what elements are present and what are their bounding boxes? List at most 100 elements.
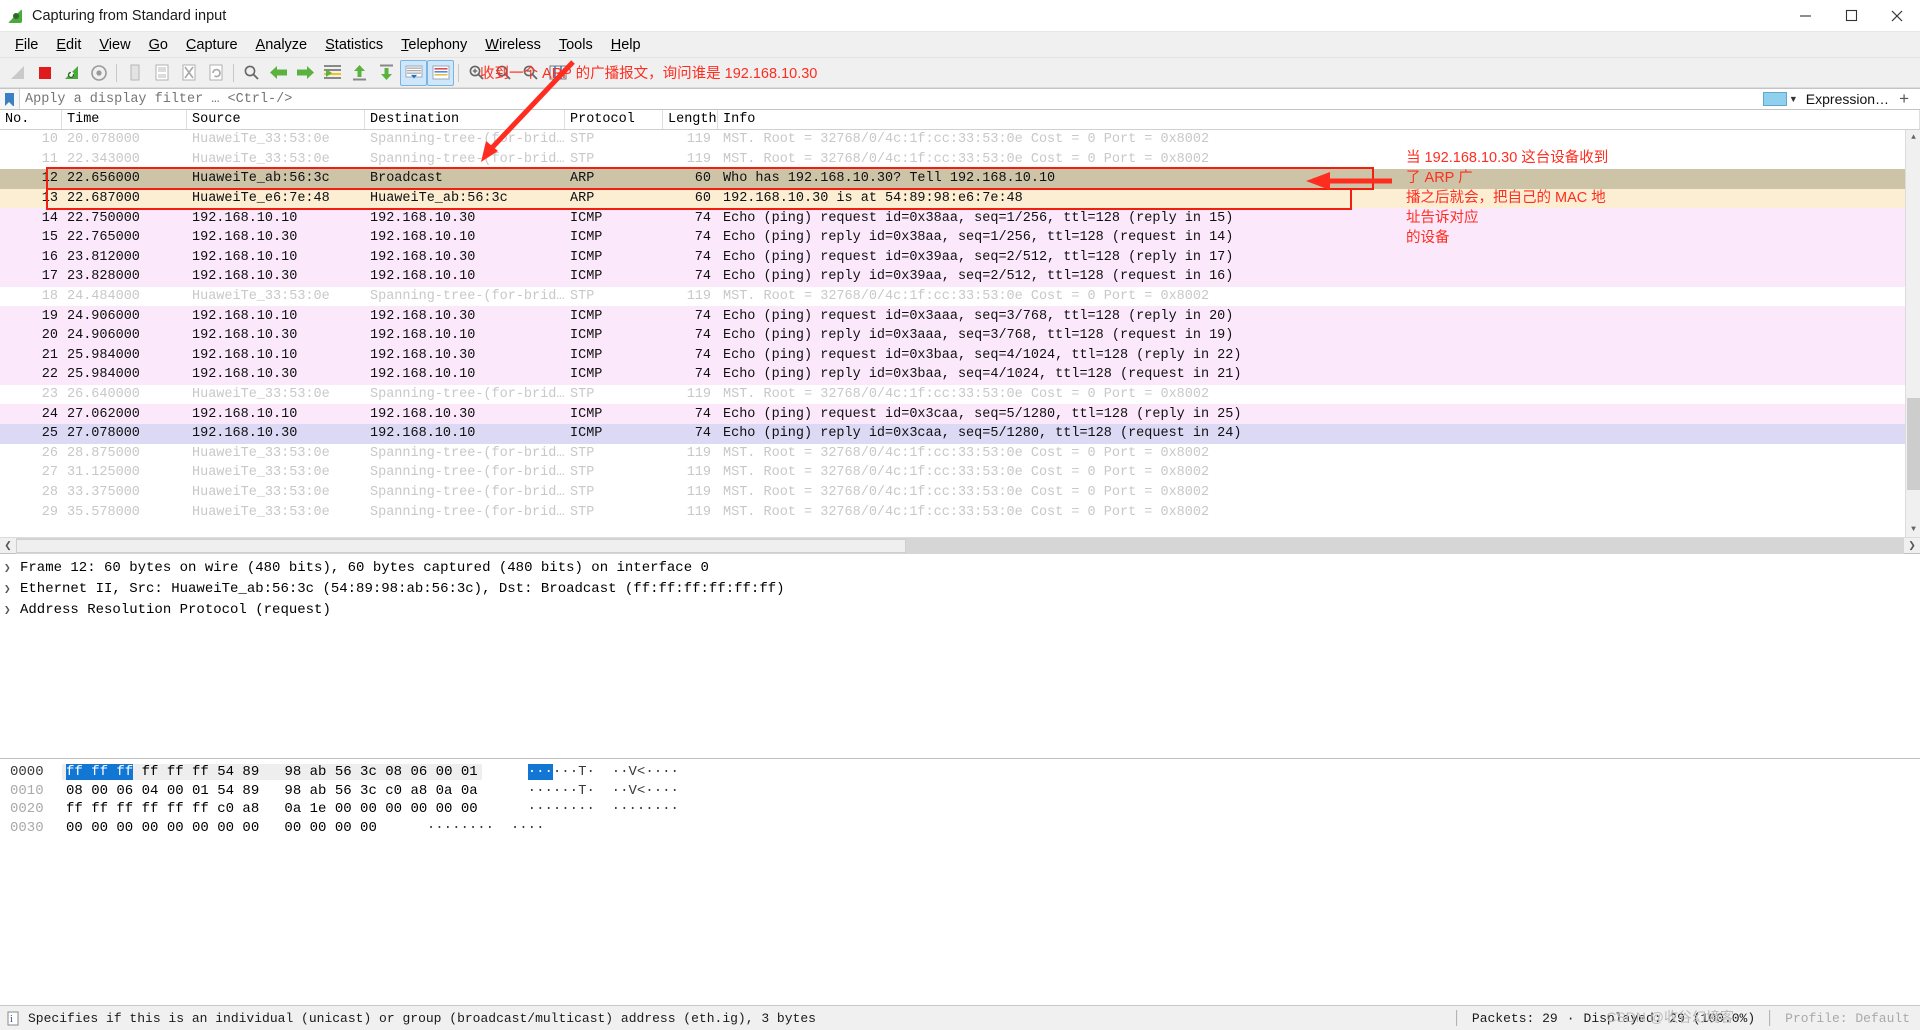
auto-scroll-icon[interactable] xyxy=(400,59,427,86)
chevron-down-icon[interactable]: ▼ xyxy=(1789,94,1798,104)
table-row[interactable]: 21 25.984000 192.168.10.10 192.168.10.30 ICM… xyxy=(0,345,1920,366)
start-capture-icon[interactable] xyxy=(4,60,31,86)
column-header-info[interactable]: Info xyxy=(718,110,1920,129)
table-row[interactable]: 29 35.578000 HuaweiTe_33:53:0e Spanning-tre… xyxy=(0,502,1920,522)
scroll-up-arrow-icon[interactable]: ▲ xyxy=(1906,130,1920,145)
close-button[interactable] xyxy=(1874,0,1920,31)
packet-protocol: ARP xyxy=(570,191,595,207)
menu-capture[interactable]: Capture xyxy=(177,35,247,55)
minimize-button[interactable] xyxy=(1782,0,1828,31)
menu-file[interactable]: FFileile xyxy=(6,35,47,55)
menu-telephony[interactable]: Telephony xyxy=(392,35,476,55)
column-header-no[interactable]: No. xyxy=(0,110,62,129)
packet-time: 27.062000 xyxy=(67,406,140,422)
filter-add-button[interactable]: + xyxy=(1899,89,1909,109)
table-row[interactable]: 26 28.875000 HuaweiTe_33:53:0e Spanning-tre… xyxy=(0,443,1920,464)
table-row[interactable]: 12 22.656000 HuaweiTe_ab:56:3c Broadcast ARP… xyxy=(0,169,1920,189)
filter-bookmark-icon[interactable] xyxy=(0,89,20,109)
byte-hex: ff ff ff ff ff ff c0 a8 0a 1e 00 00 00 0… xyxy=(66,801,478,818)
go-last-packet-icon[interactable] xyxy=(373,60,400,86)
find-packet-icon[interactable] xyxy=(238,60,265,86)
packet-source: 192.168.10.30 xyxy=(192,269,298,285)
column-header-source[interactable]: Source xyxy=(187,110,365,129)
field-info-icon[interactable]: i xyxy=(0,1011,26,1026)
table-row[interactable]: 17 23.828000 192.168.10.30 192.168.10.10 ICM… xyxy=(0,267,1920,287)
menu-go[interactable]: Go xyxy=(140,35,177,55)
bytes-row[interactable]: 0010 08 00 06 04 00 01 54 89 98 ab 56 3c… xyxy=(0,782,1920,801)
go-first-packet-icon[interactable] xyxy=(346,60,373,86)
table-row[interactable]: 18 24.484000 HuaweiTe_33:53:0e Spanning-tre… xyxy=(0,286,1920,307)
table-row[interactable]: 23 26.640000 HuaweiTe_33:53:0e Spanning-tre… xyxy=(0,384,1920,405)
packet-bytes-pane[interactable]: 0000 ff ff ff ff ff ff 54 89 98 ab 56 3c… xyxy=(0,759,1920,1005)
column-header-length[interactable]: Length xyxy=(663,110,718,129)
table-row[interactable]: 28 33.375000 HuaweiTe_33:53:0e Spanning-tre… xyxy=(0,482,1920,503)
scroll-right-arrow-icon[interactable]: ❯ xyxy=(1904,538,1920,554)
packet-time: 24.484000 xyxy=(67,289,140,305)
menu-edit[interactable]: Edit xyxy=(47,35,90,55)
packet-details-pane[interactable]: ❯ Frame 12: 60 bytes on wire (480 bits),… xyxy=(0,554,1920,759)
packet-list-horizontal-scrollbar[interactable]: ❮ ❯ xyxy=(0,537,1920,554)
table-row[interactable]: 19 24.906000 192.168.10.10 192.168.10.30 ICM… xyxy=(0,306,1920,326)
close-file-icon[interactable] xyxy=(175,60,202,86)
packet-rows-container[interactable]: 10 20.078000 HuaweiTe_33:53:0e Spanning-tre… xyxy=(0,130,1920,537)
scroll-down-arrow-icon[interactable]: ▼ xyxy=(1906,522,1920,537)
table-row[interactable]: 11 22.343000 HuaweiTe_33:53:0e Spanning-tre… xyxy=(0,149,1920,170)
go-back-icon[interactable] xyxy=(265,60,292,86)
table-row[interactable]: 13 22.687000 HuaweiTe_e6:7e:48 HuaweiTe_ab:… xyxy=(0,188,1920,209)
detail-row-arp[interactable]: ❯ Address Resolution Protocol (request) xyxy=(0,599,1920,620)
table-row[interactable]: 20 24.906000 192.168.10.30 192.168.10.10 ICM… xyxy=(0,325,1920,346)
go-to-packet-icon[interactable] xyxy=(319,60,346,86)
colorize-icon[interactable] xyxy=(427,59,454,86)
save-file-icon[interactable] xyxy=(148,60,175,86)
detail-row-ethernet[interactable]: ❯ Ethernet II, Src: HuaweiTe_ab:56:3c (5… xyxy=(0,578,1920,599)
packet-source: 192.168.10.10 xyxy=(192,308,298,324)
restart-capture-icon[interactable] xyxy=(58,60,85,86)
table-row[interactable]: 24 27.062000 192.168.10.10 192.168.10.30 ICM… xyxy=(0,404,1920,424)
packet-list-vertical-scrollbar[interactable]: ▲ ▼ xyxy=(1905,130,1920,537)
menu-wireless[interactable]: Wireless xyxy=(476,35,550,55)
packet-destination: Spanning-tree-(for-brid… xyxy=(370,289,565,305)
bytes-row[interactable]: 0020 ff ff ff ff ff ff c0 a8 0a 1e 00 00… xyxy=(0,800,1920,819)
table-row[interactable]: 16 23.812000 192.168.10.10 192.168.10.30 ICM… xyxy=(0,247,1920,268)
packet-protocol: STP xyxy=(570,132,595,148)
window-title: Capturing from Standard input xyxy=(32,7,227,24)
menu-analyze[interactable]: Analyze xyxy=(247,35,317,55)
expand-triangle-icon[interactable]: ❯ xyxy=(4,561,20,575)
display-filter-input[interactable] xyxy=(20,89,1763,109)
horizontal-scroll-track[interactable] xyxy=(16,537,1904,554)
table-row[interactable]: 10 20.078000 HuaweiTe_33:53:0e Spanning-tre… xyxy=(0,130,1920,150)
menu-view[interactable]: View xyxy=(90,35,139,55)
filter-apply-icon[interactable] xyxy=(1762,92,1787,106)
go-forward-icon[interactable] xyxy=(292,60,319,86)
maximize-button[interactable] xyxy=(1828,0,1874,31)
packet-info: Echo (ping) request id=0x3aaa, seq=3/768… xyxy=(723,308,1234,324)
vertical-scroll-thumb[interactable] xyxy=(1907,398,1920,490)
column-header-time[interactable]: Time xyxy=(62,110,187,129)
menu-help[interactable]: Help xyxy=(602,35,650,55)
packet-destination: 192.168.10.10 xyxy=(370,367,476,383)
expand-triangle-icon[interactable]: ❯ xyxy=(4,582,20,596)
table-row[interactable]: 15 22.765000 192.168.10.30 192.168.10.10 ICM… xyxy=(0,227,1920,248)
bytes-row[interactable]: 0000 ff ff ff ff ff ff 54 89 98 ab 56 3c… xyxy=(0,763,1920,782)
table-row[interactable]: 25 27.078000 192.168.10.30 192.168.10.10 ICM… xyxy=(0,423,1920,444)
expand-triangle-icon[interactable]: ❯ xyxy=(4,603,20,617)
reload-icon[interactable] xyxy=(202,60,229,86)
horizontal-scroll-thumb[interactable] xyxy=(16,538,906,553)
column-header-destination[interactable]: Destination xyxy=(365,110,565,129)
scroll-left-arrow-icon[interactable]: ❮ xyxy=(0,538,16,554)
table-row[interactable]: 22 25.984000 192.168.10.30 192.168.10.10 ICM… xyxy=(0,365,1920,385)
filter-expression-button[interactable]: Expression… xyxy=(1806,91,1889,107)
table-row[interactable]: 14 22.750000 192.168.10.10 192.168.10.30 ICM… xyxy=(0,208,1920,228)
packet-info: MST. Root = 32768/0/4c:1f:cc:33:53:0e Co… xyxy=(723,504,1210,520)
stop-capture-icon[interactable] xyxy=(31,60,58,86)
detail-row-frame[interactable]: ❯ Frame 12: 60 bytes on wire (480 bits),… xyxy=(0,557,1920,578)
open-file-icon[interactable] xyxy=(121,60,148,86)
capture-options-icon[interactable] xyxy=(85,60,112,86)
packet-no: 28 xyxy=(41,484,58,500)
bytes-row[interactable]: 0030 00 00 00 00 00 00 00 00 00 00 00 00… xyxy=(0,819,1920,838)
menu-statistics[interactable]: Statistics xyxy=(316,35,392,55)
column-header-protocol[interactable]: Protocol xyxy=(565,110,663,129)
menu-tools[interactable]: Tools xyxy=(550,35,602,55)
status-profile[interactable]: Profile: Default xyxy=(1785,1011,1910,1026)
table-row[interactable]: 27 31.125000 HuaweiTe_33:53:0e Spanning-tre… xyxy=(0,463,1920,483)
